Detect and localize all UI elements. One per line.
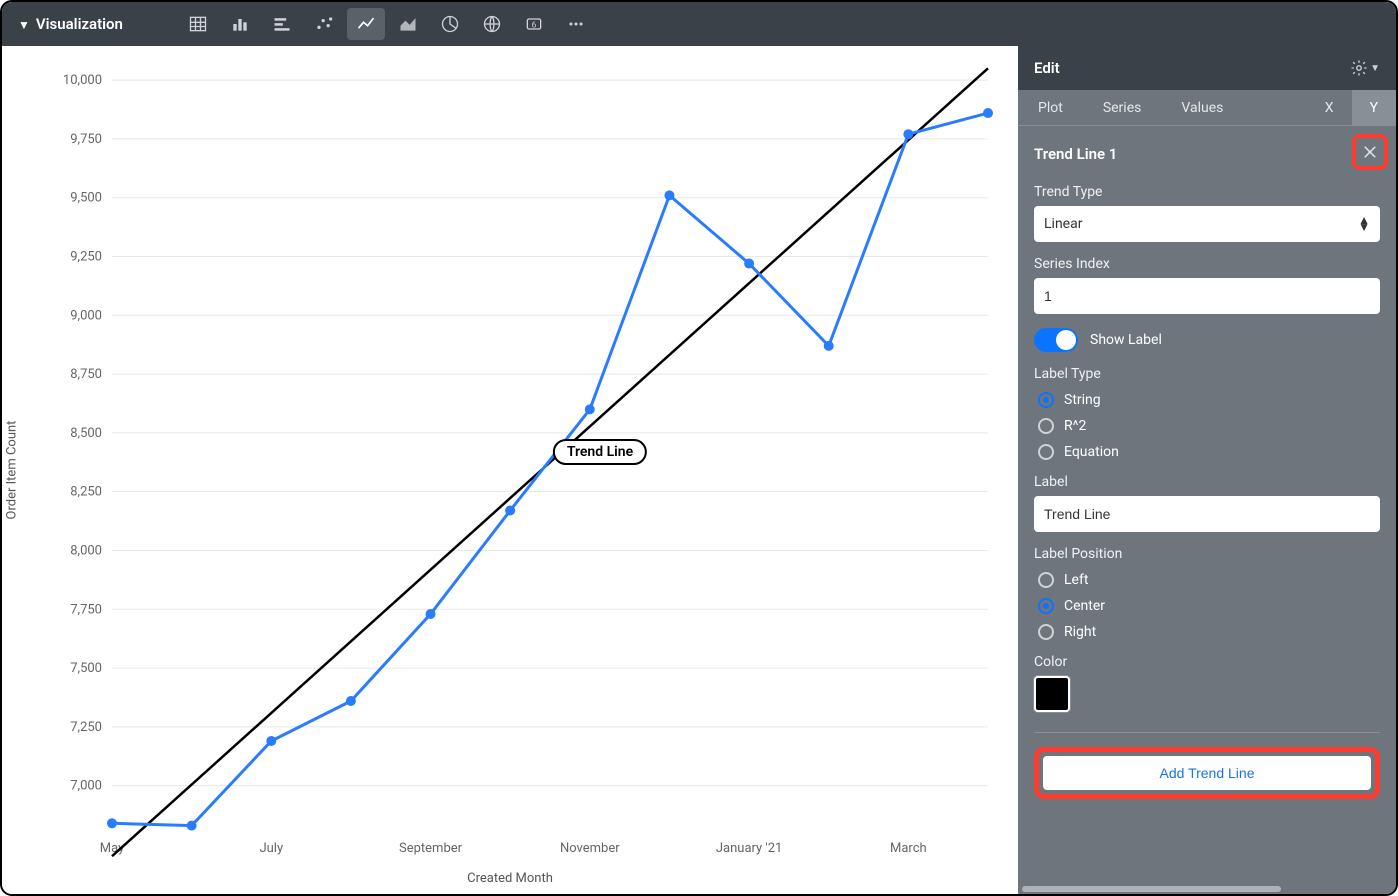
label-type-string[interactable]: String [1038, 392, 1380, 408]
color-swatch[interactable] [1034, 676, 1070, 712]
tab-y[interactable]: Y [1352, 90, 1396, 125]
chart-area: Order Item Count Created Month 7,0007,25… [2, 46, 1018, 894]
svg-text:9,500: 9,500 [70, 191, 102, 206]
show-label-toggle[interactable] [1034, 328, 1078, 352]
label-type-radio-group: String R^2 Equation [1034, 392, 1380, 460]
bar-chart-icon[interactable] [263, 8, 301, 40]
svg-text:7,750: 7,750 [70, 602, 102, 617]
toolbar-title-text: Visualization [36, 15, 123, 33]
edit-panel: Edit ▼ Plot Series Values X Y Trend Line… [1018, 46, 1396, 894]
svg-text:8,000: 8,000 [70, 543, 102, 558]
edit-title: Edit [1034, 59, 1060, 77]
svg-text:10,000: 10,000 [63, 73, 102, 88]
label-position-heading: Label Position [1034, 546, 1380, 562]
svg-text:8,250: 8,250 [70, 485, 102, 500]
trend-line-label-badge: Trend Line [553, 439, 647, 465]
edit-tabs: Plot Series Values X Y [1018, 90, 1396, 126]
label-field-heading: Label [1034, 474, 1380, 490]
svg-text:January '21: January '21 [716, 841, 782, 856]
horizontal-scrollbar[interactable] [1018, 884, 1396, 894]
svg-text:9,250: 9,250 [70, 250, 102, 265]
svg-text:6: 6 [532, 20, 537, 30]
settings-gear-button[interactable]: ▼ [1350, 59, 1380, 77]
edit-panel-header: Edit ▼ [1018, 46, 1396, 90]
svg-text:7,250: 7,250 [70, 720, 102, 735]
visualization-toolbar: ▼ Visualization 6 [2, 2, 1396, 46]
map-icon[interactable] [473, 8, 511, 40]
trend-type-select[interactable]: Linear ▲▼ [1034, 206, 1380, 242]
divider [1034, 732, 1380, 733]
color-heading: Color [1034, 654, 1380, 670]
label-pos-left[interactable]: Left [1038, 572, 1380, 588]
add-trend-line-highlight: Add Trend Line [1034, 747, 1380, 799]
tab-plot[interactable]: Plot [1018, 90, 1083, 125]
trend-type-label: Trend Type [1034, 184, 1380, 200]
trend-type-value: Linear [1044, 216, 1082, 232]
label-pos-right[interactable]: Right [1038, 624, 1380, 640]
add-trend-line-button[interactable]: Add Trend Line [1043, 756, 1371, 790]
tab-x[interactable]: X [1307, 90, 1352, 125]
line-chart-icon[interactable] [347, 8, 385, 40]
pie-chart-icon[interactable] [431, 8, 469, 40]
svg-text:9,000: 9,000 [70, 308, 102, 323]
gear-icon [1350, 59, 1368, 77]
tab-series[interactable]: Series [1083, 90, 1162, 125]
label-position-radio-group: Left Center Right [1034, 572, 1380, 640]
svg-text:7,000: 7,000 [70, 779, 102, 794]
svg-text:8,750: 8,750 [70, 367, 102, 382]
chevron-down-icon: ▼ [1370, 63, 1380, 74]
line-chart-svg: 7,000 7,250 7,500 7,750 8,000 8,250 8,500 8,750… [2, 46, 1018, 894]
series-index-input[interactable] [1034, 278, 1380, 314]
svg-text:March: March [890, 841, 927, 856]
label-type-equation[interactable]: Equation [1038, 444, 1380, 460]
svg-text:8,500: 8,500 [70, 426, 102, 441]
label-input[interactable] [1034, 496, 1380, 532]
more-icon[interactable] [557, 8, 595, 40]
area-chart-icon[interactable] [389, 8, 427, 40]
tab-values[interactable]: Values [1161, 90, 1243, 125]
label-pos-center[interactable]: Center [1038, 598, 1380, 614]
table-icon[interactable] [179, 8, 217, 40]
series-index-label: Series Index [1034, 256, 1380, 272]
svg-text:9,750: 9,750 [70, 132, 102, 147]
visualization-title[interactable]: ▼ Visualization [10, 15, 131, 33]
show-label-text: Show Label [1090, 332, 1162, 348]
svg-text:7,500: 7,500 [70, 661, 102, 676]
remove-trend-line-button[interactable] [1352, 134, 1388, 170]
single-value-icon[interactable]: 6 [515, 8, 553, 40]
label-type-heading: Label Type [1034, 366, 1380, 382]
scatter-icon[interactable] [305, 8, 343, 40]
label-type-r2[interactable]: R^2 [1038, 418, 1380, 434]
svg-text:November: November [560, 841, 620, 856]
trend-line-section-title: Trend Line 1 [1034, 145, 1117, 163]
column-chart-icon[interactable] [221, 8, 259, 40]
close-icon [1361, 143, 1379, 161]
svg-text:September: September [399, 841, 463, 856]
caret-down-icon: ▼ [18, 18, 30, 32]
svg-text:July: July [259, 841, 283, 856]
select-arrows-icon: ▲▼ [1358, 217, 1370, 231]
